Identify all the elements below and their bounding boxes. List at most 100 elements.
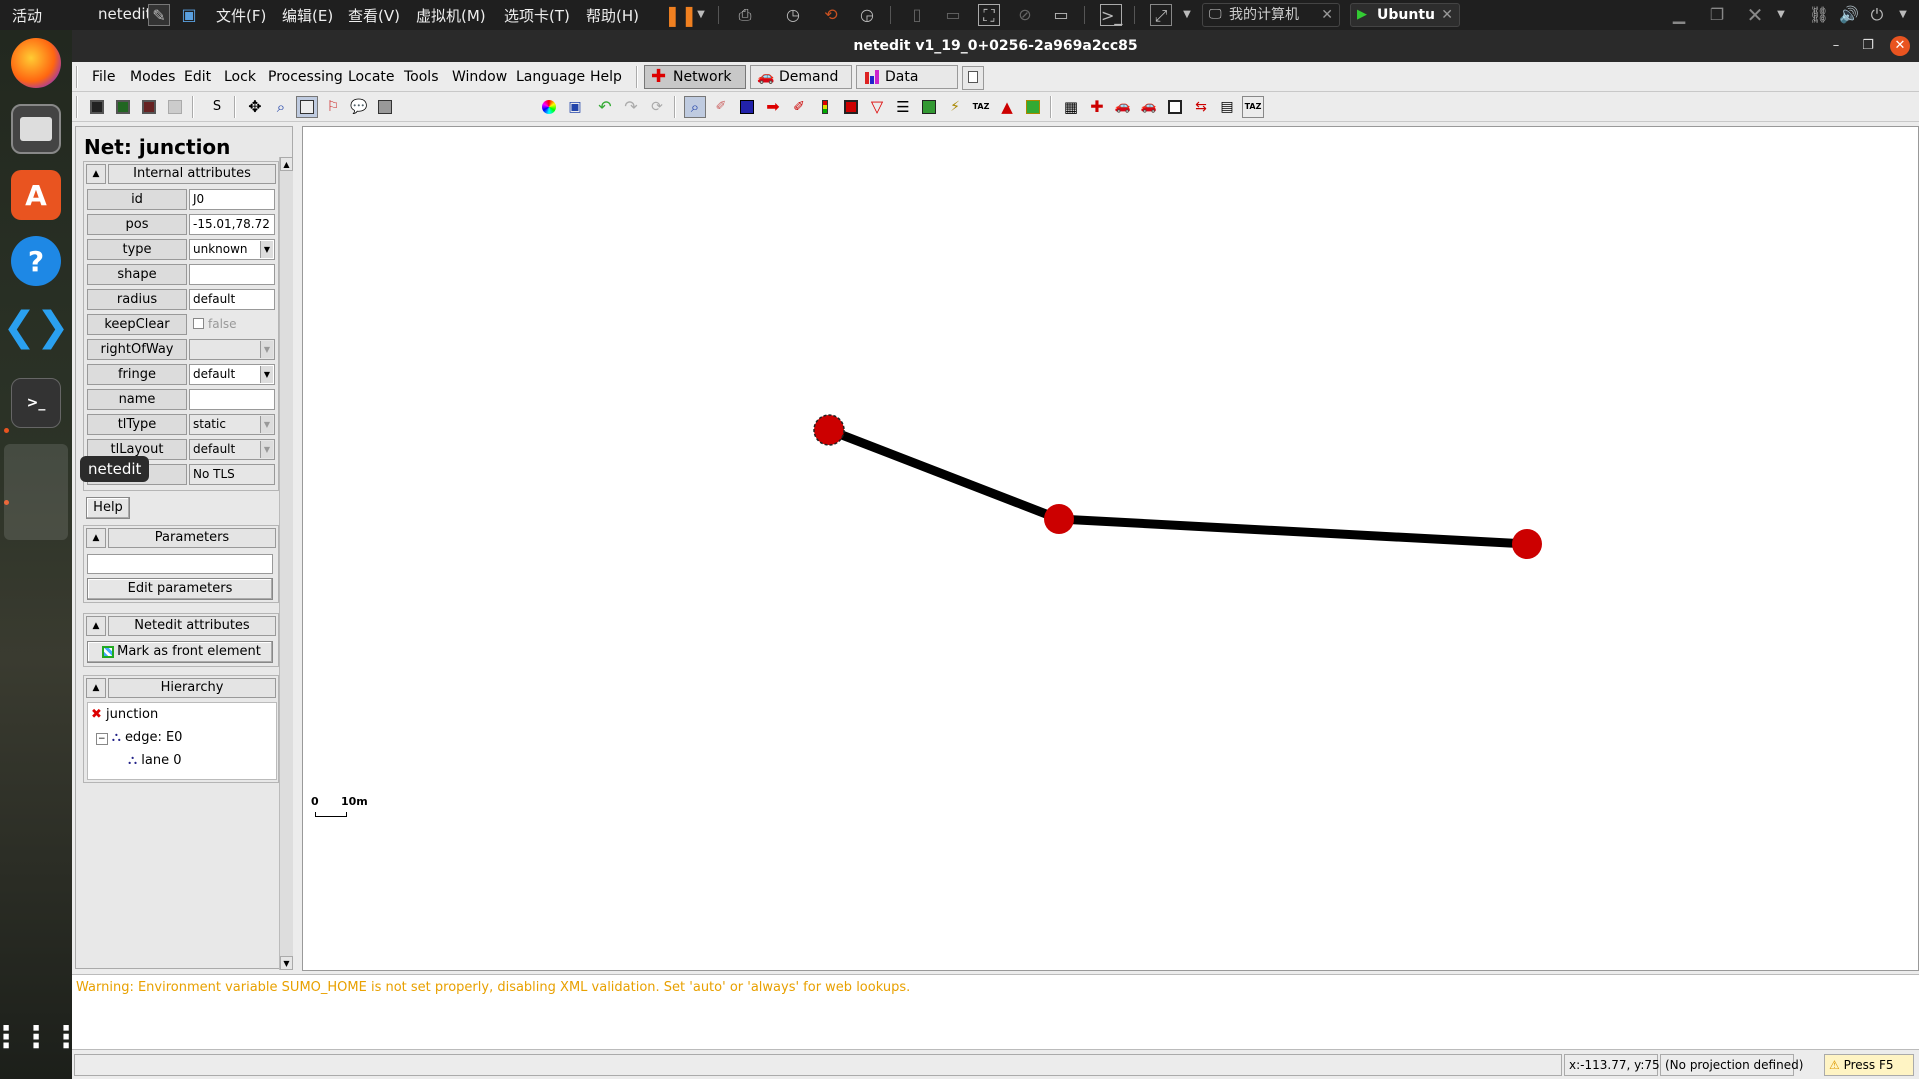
move-icon[interactable]: ✐ <box>788 96 810 118</box>
prohibition-icon[interactable]: ▽ <box>866 96 888 118</box>
menu-file[interactable]: File <box>92 69 115 85</box>
redo-icon[interactable]: ↷ <box>620 96 642 118</box>
junction-node[interactable] <box>1512 529 1542 559</box>
screenshot-icon[interactable] <box>374 96 396 118</box>
collapse-tree-icon[interactable]: − <box>96 733 108 745</box>
menu-language[interactable]: Language <box>516 69 585 85</box>
save-as-button[interactable] <box>112 96 134 118</box>
network-canvas[interactable]: 0 10m <box>302 126 1919 971</box>
crossing-icon[interactable]: ☰ <box>892 96 914 118</box>
camera-icon[interactable]: ▣ <box>564 96 586 118</box>
chevron-down-icon[interactable]: ▼ <box>690 4 712 26</box>
taz-icon[interactable]: TAZ <box>970 96 992 118</box>
junction-shape-icon[interactable]: ✚ <box>1086 96 1108 118</box>
tree-node-lane[interactable]: ⛬ lane 0 <box>128 753 181 768</box>
firefox-icon[interactable] <box>11 38 61 88</box>
chevron-down-icon[interactable]: ▼ <box>1770 4 1792 26</box>
turn-arrow-icon[interactable]: ⇆ <box>1190 96 1212 118</box>
move-view-icon[interactable]: ✥ <box>244 96 266 118</box>
attr-rightofway-select[interactable]: ▼ <box>189 339 275 360</box>
close-icon[interactable]: ✕ <box>1744 4 1766 26</box>
close-icon[interactable]: ✕ <box>1890 36 1910 56</box>
scroll-up-icon[interactable]: ▲ <box>280 157 293 171</box>
attr-id-input[interactable]: J0 <box>189 189 275 210</box>
snapshot-manager-icon[interactable]: ◶ <box>856 4 878 26</box>
tab-ubuntu[interactable]: ▶ Ubuntu ✕ <box>1350 3 1460 27</box>
selected-junction-j0[interactable] <box>813 414 845 446</box>
color-wheel-icon[interactable] <box>538 96 560 118</box>
vehicles-icon[interactable]: 🚗 <box>1138 96 1160 118</box>
select-icon[interactable] <box>736 96 758 118</box>
fullscreen-icon[interactable]: ⛶ <box>978 4 1000 26</box>
locate-icon[interactable]: ⚐ <box>322 96 344 118</box>
boundary-icon[interactable] <box>1164 96 1186 118</box>
tooltip-toggle-icon[interactable]: 💬 <box>348 96 370 118</box>
save-all-button[interactable] <box>138 96 160 118</box>
shape-icon[interactable]: ▲ <box>996 96 1018 118</box>
attr-tllayout-select[interactable]: default ▼ <box>189 439 275 460</box>
mark-front-button[interactable]: Mark as front element <box>87 641 273 663</box>
zoom-icon[interactable]: ⌕ <box>270 96 292 118</box>
chevron-down-icon[interactable]: ▼ <box>1892 4 1914 26</box>
menu-help[interactable]: Help <box>590 69 622 85</box>
decal-icon[interactable] <box>1022 96 1044 118</box>
attr-pos-input[interactable]: -15.01,78.72 <box>189 214 275 235</box>
undo-list-icon[interactable]: ⟳ <box>646 96 668 118</box>
netedit-dock-item[interactable] <box>4 444 68 540</box>
connection-icon[interactable] <box>840 96 862 118</box>
scroll-down-icon[interactable]: ▼ <box>280 956 293 970</box>
edge-segment[interactable] <box>827 425 1061 524</box>
send-keys-icon[interactable]: ⎙ <box>734 4 756 26</box>
collapse-icon[interactable]: ▲ <box>86 164 106 184</box>
restore-icon[interactable]: ❐ <box>1706 4 1728 26</box>
collapse-icon[interactable]: ▲ <box>86 528 106 548</box>
menu-processing[interactable]: Processing <box>268 69 343 85</box>
delete-icon[interactable]: ✐ <box>710 96 732 118</box>
vehicle-icon[interactable]: 🚗 <box>1112 96 1134 118</box>
collapse-icon[interactable]: ▲ <box>86 616 106 636</box>
show-apps-icon[interactable]: ⋮⋮⋮ <box>0 1012 81 1062</box>
lane-list-icon[interactable]: ▤ <box>1216 96 1238 118</box>
revert-snapshot-icon[interactable]: ⟲ <box>820 4 842 26</box>
inspect-icon[interactable]: ⌕ <box>684 96 706 118</box>
snapshot-icon[interactable]: ◷ <box>782 4 804 26</box>
save-network-button[interactable] <box>86 96 108 118</box>
vm-library-icon[interactable]: ▣ <box>178 4 200 26</box>
mode-demand-button[interactable]: 🚗 Demand <box>750 65 852 89</box>
power-icon[interactable]: ⏻ <box>1866 4 1888 26</box>
parameters-input[interactable] <box>87 554 273 574</box>
activities-button[interactable]: 活动 <box>12 5 42 26</box>
taz-relation-icon[interactable]: TAZ <box>1242 96 1264 118</box>
tree-node-junction[interactable]: ✖ junction <box>91 707 158 722</box>
minimize-icon[interactable]: ▁ <box>1668 4 1690 26</box>
thumbnail-icon[interactable]: ▭ <box>942 4 964 26</box>
files-icon[interactable] <box>11 104 61 154</box>
attr-keepclear-checkbox[interactable]: false <box>189 314 275 335</box>
vscode-icon[interactable]: ❮❯ <box>2 302 69 352</box>
tab-my-computer[interactable]: 🖵 我的计算机 ✕ <box>1202 3 1340 27</box>
menu-tools[interactable]: Tools <box>404 69 439 85</box>
extra-mode-button[interactable] <box>962 66 984 90</box>
additional-icon[interactable] <box>918 96 940 118</box>
minimize-icon[interactable]: – <box>1826 36 1846 56</box>
menu-edit[interactable]: Edit <box>184 69 211 85</box>
attr-name-input[interactable] <box>189 389 275 410</box>
attr-radius-input[interactable]: default <box>189 289 275 310</box>
grid-icon[interactable]: ▦ <box>1060 96 1082 118</box>
close-icon[interactable]: ✕ <box>1321 4 1333 26</box>
sidebar-toggle-icon[interactable]: ▯ <box>906 4 928 26</box>
press-f5-hint[interactable]: ⚠ Press F5 <box>1824 1054 1914 1076</box>
junction-node[interactable] <box>1044 504 1074 534</box>
vm-menu-view[interactable]: 查看(V) <box>348 5 400 26</box>
terminal-icon[interactable]: >_ <box>1100 4 1122 26</box>
terminal-icon[interactable]: >_ <box>11 378 61 428</box>
edge-segment[interactable] <box>1058 514 1528 549</box>
inspect-mode-button[interactable] <box>296 96 318 118</box>
help-icon[interactable]: ? <box>11 236 61 286</box>
pause-icon[interactable]: ❚❚ <box>664 4 698 26</box>
vm-menu-help[interactable]: 帮助(H) <box>586 5 639 26</box>
app-center-icon[interactable]: A <box>11 170 61 220</box>
frame-scrollbar[interactable]: ▲ ▼ <box>279 157 293 970</box>
vm-menu-file[interactable]: 文件(F) <box>216 5 266 26</box>
vm-menu-edit[interactable]: 编辑(E) <box>282 5 333 26</box>
